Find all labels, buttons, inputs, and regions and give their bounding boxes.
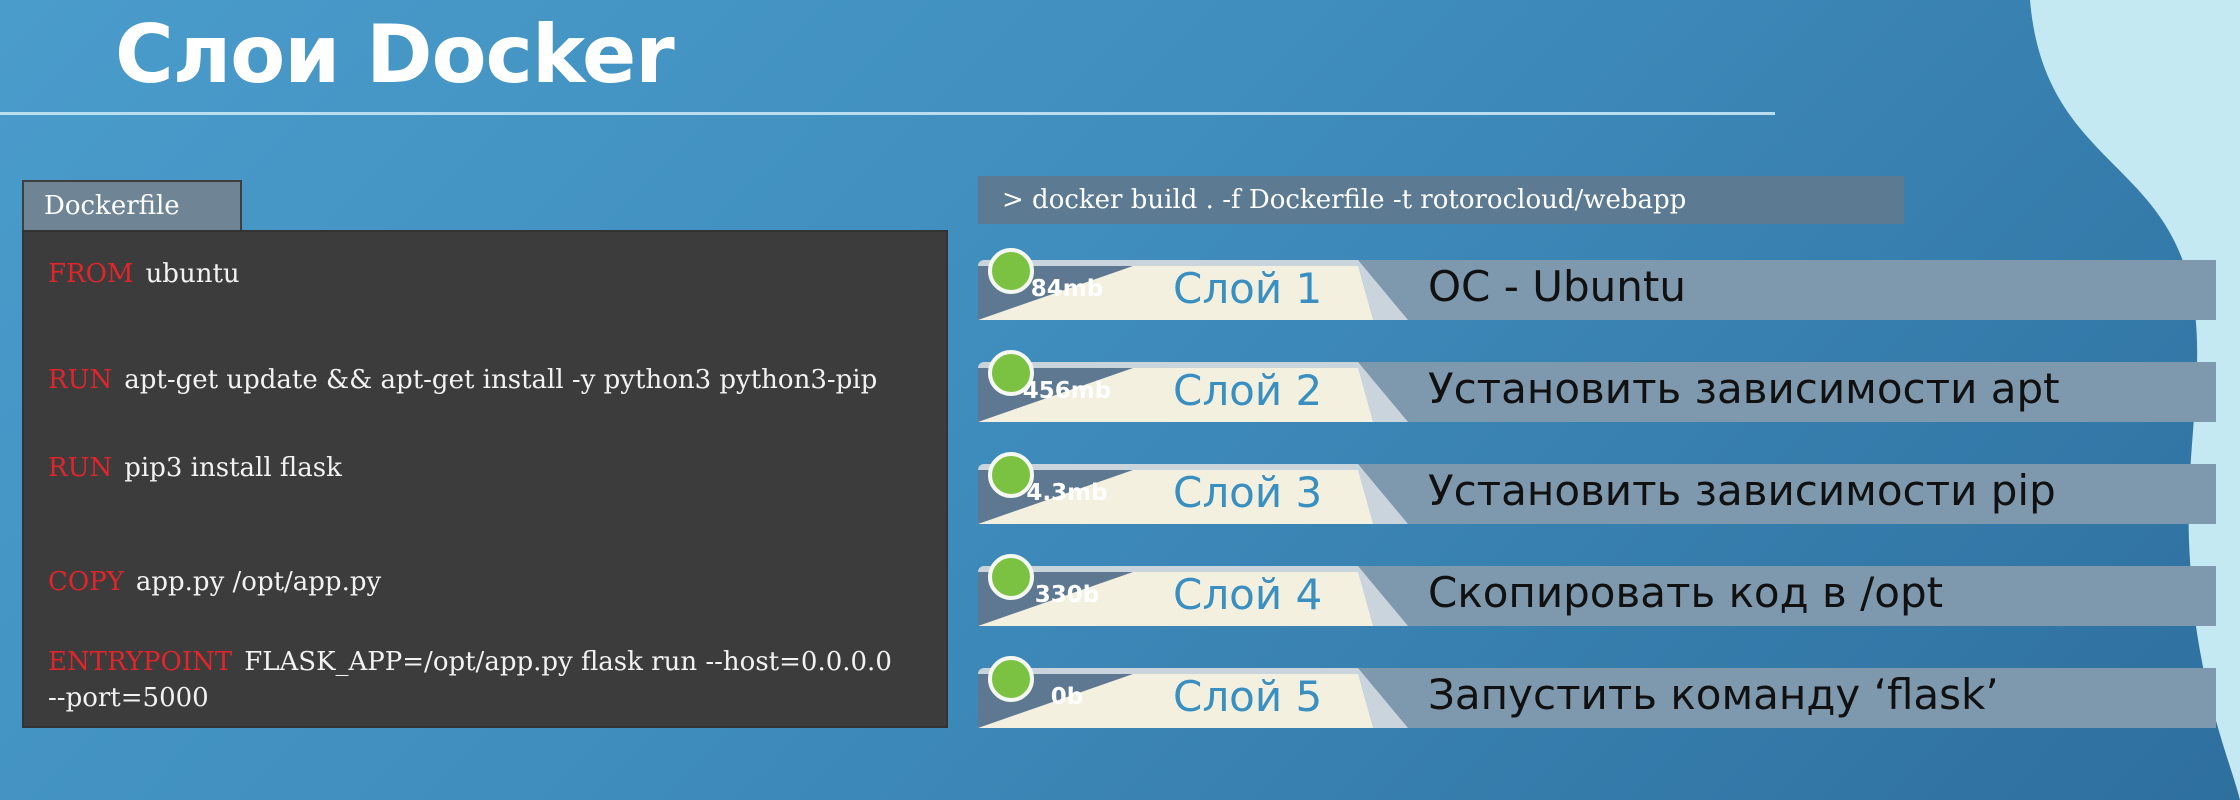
code-line: RUN apt-get update && apt-get install -y … (48, 362, 938, 398)
layer-name: Слой 2 (1173, 366, 1323, 415)
title-divider (0, 112, 1775, 115)
layer-size: 0b (1050, 684, 1084, 710)
dockerfile-tab-label: Dockerfile (44, 191, 180, 221)
layer-size: 456mb (1022, 378, 1112, 404)
dockerfile-tab: Dockerfile (22, 180, 242, 230)
layer-size: 330b (1034, 582, 1100, 608)
code-keyword: COPY (48, 567, 124, 597)
layer-description: Запустить команду ‘flask’ (1428, 670, 1999, 719)
layer-name: Слой 1 (1173, 264, 1323, 313)
layer-description: Скопировать код в /opt (1428, 568, 1944, 617)
layer-name: Слой 4 (1173, 570, 1323, 619)
code-text: apt-get update && apt-get install -y pyt… (124, 365, 878, 395)
layer-description: ОС - Ubuntu (1428, 262, 1686, 311)
code-text: FLASK_APP=/opt/app.py flask run --host=0… (244, 647, 892, 677)
layer-size: 4.3mb (1026, 480, 1108, 506)
layer-row: 330b Слой 4 Скопировать код в /opt (978, 554, 2216, 626)
command-text: > docker build . -f Dockerfile -t rotoro… (1002, 185, 1687, 215)
layer-name: Слой 3 (1173, 468, 1323, 517)
code-line: RUN pip3 install flask (48, 450, 938, 486)
page-title: Слои Docker (115, 8, 675, 101)
layer-description: Установить зависимости apt (1428, 364, 2060, 413)
code-keyword: FROM (48, 259, 134, 289)
code-keyword: ENTRYPOINT (48, 647, 233, 677)
layer-description: Установить зависимости pip (1428, 466, 2056, 515)
layer-row: 4.3mb Слой 3 Установить зависимости pip (978, 452, 2216, 524)
code-text: pip3 install flask (124, 453, 342, 483)
code-text: ubuntu (145, 259, 240, 289)
code-line: COPY app.py /opt/app.py (48, 564, 938, 600)
code-keyword: RUN (48, 365, 113, 395)
dockerfile-code-panel: FROM ubuntu RUN apt-get update && apt-get … (22, 230, 948, 728)
layer-row: 456mb Слой 2 Установить зависимости apt (978, 350, 2216, 422)
code-line: ENTRYPOINT FLASK_APP=/opt/app.py flask ru… (48, 644, 938, 716)
layer-row: 0b Слой 5 Запустить команду ‘flask’ (978, 656, 2216, 728)
code-line: FROM ubuntu (48, 256, 938, 292)
layer-row: 84mb Слой 1 ОС - Ubuntu (978, 248, 2216, 320)
docker-build-command: > docker build . -f Dockerfile -t rotoro… (978, 176, 1904, 224)
code-text: app.py /opt/app.py (135, 567, 382, 597)
code-keyword: RUN (48, 453, 113, 483)
layer-size: 84mb (1030, 276, 1104, 302)
layer-name: Слой 5 (1173, 672, 1323, 721)
code-continuation: --port=5000 (48, 683, 209, 713)
